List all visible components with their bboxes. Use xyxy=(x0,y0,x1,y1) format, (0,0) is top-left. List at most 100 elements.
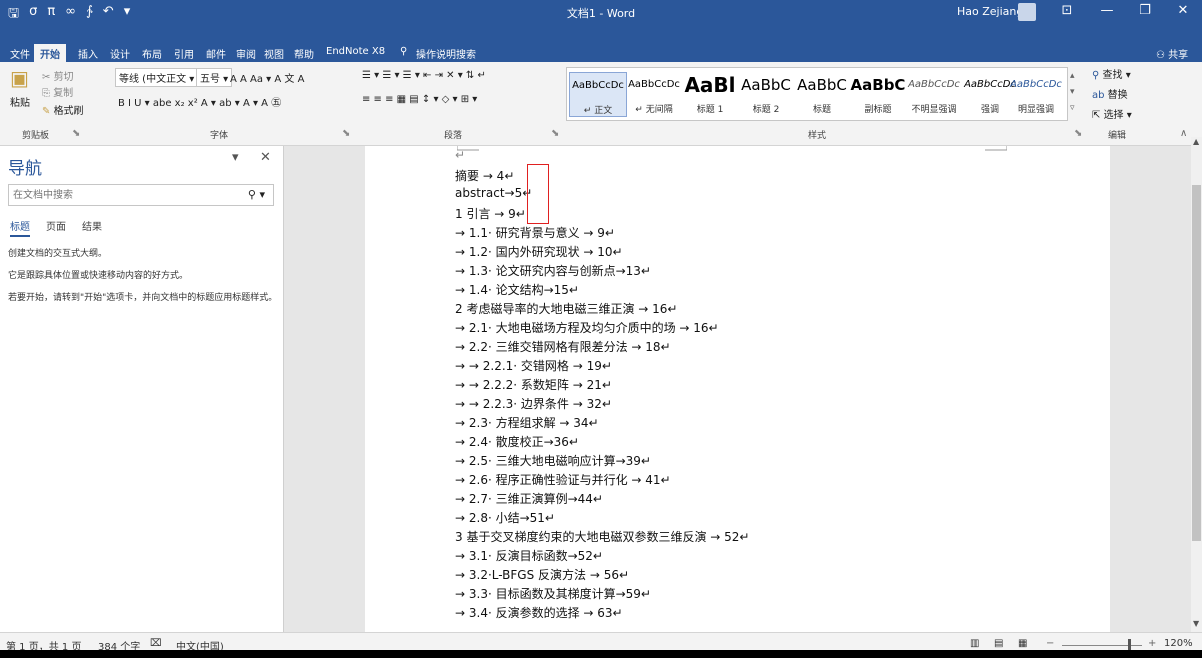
styles-scroll-icon[interactable]: ▴ ▾ ▿ xyxy=(1070,68,1075,116)
tab-layout[interactable]: 布局 xyxy=(142,44,162,62)
nav-message: 创建文档的交互式大纲。 xyxy=(8,249,108,259)
tab-home[interactable]: 开始 xyxy=(34,44,66,62)
dialog-launcher-icon[interactable]: ⬊ xyxy=(551,128,559,139)
zoom-slider-handle[interactable] xyxy=(1128,639,1131,650)
toc-line: → → 2.2.2· 系数矩阵 → 21↵ xyxy=(455,378,612,392)
style-sample: AaBbCcDc xyxy=(628,79,680,90)
taskbar-strip xyxy=(0,650,1202,658)
style-subtitle[interactable]: AaBbC 副标题 xyxy=(849,72,907,115)
toc-line: → 2.8· 小结→51↵ xyxy=(455,511,555,525)
tab-help[interactable]: 帮助 xyxy=(294,44,314,62)
font-size-value: 五号 xyxy=(200,74,220,85)
ribbon-display-options-icon[interactable]: ⊡ xyxy=(1052,3,1082,18)
nav-tab-headings[interactable]: 标题 xyxy=(10,218,30,237)
scroll-down-icon[interactable]: ▼ xyxy=(1193,619,1199,628)
nav-search-input[interactable] xyxy=(9,185,239,205)
nav-message: 它是跟踪具体位置或快速移动内容的好方式。 xyxy=(8,271,189,281)
minimize-icon[interactable]: — xyxy=(1092,3,1122,18)
web-layout-icon[interactable]: ▦ xyxy=(1018,638,1027,649)
tab-design[interactable]: 设计 xyxy=(110,44,130,62)
toc-line: ↵ xyxy=(455,148,466,162)
font-tools-row2[interactable]: B I U ▾ abe x₂ x² A ▾ ab ▾ A ▾ A ㊄ xyxy=(118,94,281,109)
navigation-pane: 导航 ▾ ✕ ⚲ ▾ 标题 页面 结果 创建文档的交互式大纲。 它是跟踪具体位置… xyxy=(0,146,284,632)
style-heading-2[interactable]: AaBbC 标题 2 xyxy=(737,72,795,115)
tab-review[interactable]: 审阅 xyxy=(236,44,256,62)
search-icon[interactable]: ⚲ ▾ xyxy=(248,188,265,201)
toc-line: 2 考虑磁导率的大地电磁三维正演 → 16↵ xyxy=(455,302,678,316)
read-mode-icon[interactable]: ▥ xyxy=(970,638,979,649)
vertical-scrollbar[interactable]: ▲ ▼ xyxy=(1191,137,1202,632)
tell-me-search-icon[interactable]: ⚲ xyxy=(400,44,407,62)
style-name: 明显强调 xyxy=(1017,105,1054,115)
toc-line: → 3.4· 反演参数的选择 → 63↵ xyxy=(455,606,623,620)
style-sample: AaBl xyxy=(684,73,736,97)
zoom-out-icon[interactable]: − xyxy=(1046,638,1054,649)
scroll-up-icon[interactable]: ▲ xyxy=(1193,137,1199,146)
style-normal[interactable]: AaBbCcDc ↵ 正文 xyxy=(569,72,627,117)
share-button[interactable]: ⚇ 共享 xyxy=(1156,46,1188,61)
copy-button[interactable]: ⎘ 复制 xyxy=(42,84,73,99)
nav-options-icon[interactable]: ▾ xyxy=(232,150,239,165)
style-heading-1[interactable]: AaBl 标题 1 xyxy=(681,72,739,115)
style-name: 标题 xyxy=(812,105,831,115)
tab-endnote[interactable]: EndNote X8 xyxy=(326,44,385,62)
style-name: ↵ 无间隔 xyxy=(635,105,673,115)
style-no-spacing[interactable]: AaBbCcDc ↵ 无间隔 xyxy=(625,72,683,115)
toc-line: → 2.4· 散度校正→36↵ xyxy=(455,435,579,449)
highlight-annotation-box xyxy=(527,164,549,224)
font-size-select[interactable]: 五号 ▾ xyxy=(196,68,233,87)
paste-button[interactable]: 粘贴 xyxy=(10,94,30,109)
user-name[interactable]: Hao Zejiang xyxy=(957,5,1023,18)
zoom-level[interactable]: 120% xyxy=(1164,638,1193,649)
paste-icon[interactable]: ▣ xyxy=(10,66,29,90)
find-button[interactable]: ⚲ 查找 ▾ xyxy=(1092,66,1132,81)
style-intense-emphasis[interactable]: AaBbCcDc 明显强调 xyxy=(1007,72,1065,115)
tab-mailings[interactable]: 邮件 xyxy=(206,44,226,62)
dialog-launcher-icon[interactable]: ⬊ xyxy=(72,128,80,139)
toc-line: → → 2.2.3· 边界条件 → 32↵ xyxy=(455,397,612,411)
nav-tab-pages[interactable]: 页面 xyxy=(46,218,66,233)
dialog-launcher-icon[interactable]: ⬊ xyxy=(1074,128,1082,139)
style-title[interactable]: AaBbC 标题 xyxy=(793,72,851,115)
scrollbar-thumb[interactable] xyxy=(1192,185,1201,541)
format-painter-button[interactable]: ✎ 格式刷 xyxy=(42,102,84,117)
tab-file[interactable]: 文件 xyxy=(10,44,30,62)
tab-insert[interactable]: 插入 xyxy=(78,44,98,62)
collapse-ribbon-icon[interactable]: ∧ xyxy=(1180,128,1187,139)
font-tools-row1[interactable]: A A Aa ▾ A 文 A xyxy=(230,70,304,85)
paragraph-tools-row2[interactable]: ≡ ≡ ≡ ▦ ▤ ↕ ▾ ◇ ▾ ⊞ ▾ xyxy=(362,94,477,105)
cut-button[interactable]: ✂ 剪切 xyxy=(42,68,74,83)
zoom-in-icon[interactable]: + xyxy=(1148,638,1156,649)
style-name: ↵ 正文 xyxy=(583,106,613,116)
font-name-select[interactable]: 等线 (中文正文 ▾ xyxy=(115,68,199,87)
font-group-label: 字体 xyxy=(210,131,229,141)
toc-line: 1 引言 → 9↵ xyxy=(455,207,526,221)
close-icon[interactable]: ✕ xyxy=(1168,3,1198,18)
style-name: 标题 2 xyxy=(752,105,780,115)
person-icon: ⚇ xyxy=(1156,50,1169,61)
nav-tab-results[interactable]: 结果 xyxy=(82,218,102,233)
document-page[interactable]: ↵ 摘要 → 4↵ abstract→5↵ 1 引言 → 9↵ → 1.1· 研… xyxy=(365,146,1110,632)
style-sample: AaBbCcDc xyxy=(572,80,624,91)
search-icon: ⚲ xyxy=(1092,70,1103,81)
restore-icon[interactable]: ❐ xyxy=(1130,3,1160,18)
copy-label: 复制 xyxy=(53,88,74,99)
paragraph-tools-row1[interactable]: ☰ ▾ ☰ ▾ ☰ ▾ ⇤ ⇥ ✕ ▾ ⇅ ↵ xyxy=(362,70,486,81)
avatar[interactable] xyxy=(1018,3,1036,21)
replace-button[interactable]: ab 替换 xyxy=(1092,86,1132,101)
print-layout-icon[interactable]: ▤ xyxy=(994,638,1003,649)
proofing-icon[interactable]: ⌧ xyxy=(150,638,162,649)
toc-line: → 1.2· 国内外研究现状 → 10↵ xyxy=(455,245,623,259)
style-subtle-emphasis[interactable]: AaBbCcDc 不明显强调 xyxy=(905,72,963,115)
dialog-launcher-icon[interactable]: ⬊ xyxy=(342,128,350,139)
tab-view[interactable]: 视图 xyxy=(264,44,284,62)
toc-line: → 2.5· 三维大地电磁响应计算→39↵ xyxy=(455,454,651,468)
nav-close-icon[interactable]: ✕ xyxy=(260,150,271,165)
style-name: 副标题 xyxy=(864,105,892,115)
tell-me-search[interactable]: 操作说明搜索 xyxy=(416,44,476,62)
select-button[interactable]: ⇱ 选择 ▾ xyxy=(1092,106,1132,121)
style-sample: AaBbC xyxy=(850,76,906,94)
font-name-value: 等线 (中文正文 xyxy=(119,74,187,85)
tab-references[interactable]: 引用 xyxy=(174,44,194,62)
cut-label: 剪切 xyxy=(53,72,74,83)
